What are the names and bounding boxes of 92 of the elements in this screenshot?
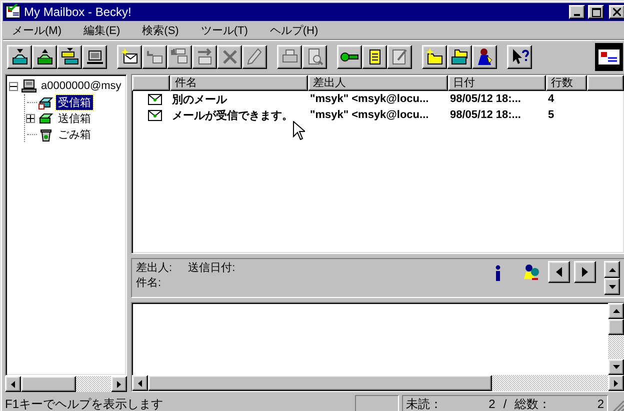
right-arrow-icon (117, 380, 121, 388)
toolbar-button[interactable] (422, 44, 447, 68)
scroll-thumb[interactable] (148, 375, 492, 391)
folder-item[interactable]: ごみ箱 (56, 126, 93, 142)
column-header[interactable]: 行数 (546, 75, 587, 91)
menu-item[interactable]: ツール(T) (194, 22, 263, 38)
down-arrow-icon (608, 284, 616, 288)
folder-item[interactable]: 受信箱 (56, 94, 93, 110)
right-arrow-icon (582, 267, 588, 277)
scroll-up-button[interactable] (604, 261, 620, 278)
unread-label: 未読： (406, 396, 442, 411)
left-arrow-icon (556, 267, 562, 277)
unread-count: 2 (488, 397, 496, 411)
scroll-up-button[interactable] (608, 303, 624, 319)
total-label: 総数： (514, 396, 551, 411)
tray-up-arrow-icon (34, 46, 54, 66)
memo-pencil-icon (390, 46, 410, 66)
info-icon[interactable] (494, 265, 502, 281)
expander-icon[interactable] (26, 114, 35, 122)
resize-grip-icon[interactable] (611, 399, 624, 411)
menu-item[interactable]: ヘルプ(H) (262, 22, 334, 38)
left-arrow-icon (138, 380, 142, 386)
user-figure-icon[interactable] (522, 264, 540, 280)
toolbar-button[interactable] (82, 44, 107, 68)
scroll-thumb[interactable] (608, 319, 624, 335)
minimize-button[interactable] (569, 5, 585, 19)
down-arrow-icon (612, 365, 620, 369)
message-cell[interactable]: "msyk" <msyk@locu... (308, 109, 448, 121)
right-arrow-icon (614, 380, 618, 386)
message-cell[interactable]: 98/05/12 18:... (448, 109, 546, 121)
scroll-thumb[interactable] (21, 376, 76, 392)
folder-item[interactable]: 送信箱 (56, 110, 93, 126)
message-cell[interactable]: "msyk" <msyk@locu... (308, 93, 448, 105)
message-cell[interactable]: 98/05/12 18:... (448, 93, 546, 105)
window-title: My Mailbox - Becky! (24, 5, 132, 19)
menu-item[interactable]: 編集(E) (76, 22, 136, 38)
scroll-right-button[interactable] (608, 375, 624, 391)
pencil-icon (244, 46, 264, 66)
folder-star-icon (424, 46, 444, 66)
folder-item[interactable]: a0000000@msy (39, 80, 124, 92)
next-button[interactable] (574, 261, 596, 283)
column-header[interactable]: 差出人 (308, 75, 448, 91)
from-label: 差出人: (136, 261, 172, 276)
scroll-left-button[interactable] (5, 376, 21, 392)
column-header[interactable] (587, 75, 624, 91)
status-pane (355, 395, 399, 411)
close-icon (613, 8, 621, 16)
maximize-icon (592, 8, 600, 16)
count-separator: / (503, 397, 507, 411)
menu-item[interactable]: メール(M) (5, 22, 76, 38)
subject-label: 件名: (136, 276, 162, 291)
close-button[interactable] (609, 5, 624, 19)
up-arrow-icon (612, 309, 620, 313)
left-arrow-icon (11, 380, 15, 388)
tray-down-arrow-icon (10, 46, 30, 66)
toolbar-button[interactable] (472, 44, 497, 68)
status-message: F1キーでヘルプを表示します (5, 396, 164, 411)
column-header[interactable]: 日付 (448, 75, 546, 91)
maximize-button[interactable] (588, 5, 604, 19)
date-label: 送信日付: (188, 261, 236, 276)
toolbar-button[interactable] (32, 44, 57, 68)
envelope-icon (148, 110, 162, 120)
expander-icon[interactable] (9, 82, 18, 90)
envelope-icon (148, 94, 162, 104)
message-cell[interactable]: 4 (546, 93, 587, 105)
message-cell[interactable]: メールが受信できます。 (170, 108, 308, 122)
column-header[interactable] (132, 75, 170, 91)
scroll-left-button[interactable] (132, 375, 148, 391)
scroll-down-button[interactable] (604, 278, 620, 295)
mailbox-button[interactable] (595, 42, 623, 70)
app-icon (5, 4, 21, 20)
menu-item[interactable]: 検索(S) (135, 22, 194, 38)
toolbar-button[interactable] (7, 44, 32, 68)
toolbar-button[interactable] (57, 44, 82, 68)
reply-all-icon (170, 46, 190, 66)
scroll-right-button[interactable] (111, 376, 127, 392)
toolbar-button[interactable] (117, 44, 142, 68)
envelope-star-icon (120, 46, 140, 66)
previous-button[interactable] (548, 261, 570, 283)
total-count: 2 (597, 397, 604, 411)
scroll-down-button[interactable] (608, 359, 624, 375)
stacked-trays-icon (60, 46, 80, 66)
message-cell[interactable]: 別のメール (170, 92, 308, 106)
folder-tray-icon (450, 46, 470, 66)
toolbar-button[interactable] (337, 44, 362, 68)
column-header[interactable]: 件名 (170, 75, 308, 91)
toolbar-button[interactable] (507, 44, 532, 68)
toolbar-button[interactable] (447, 44, 472, 68)
message-cell[interactable]: 5 (546, 109, 587, 121)
mouse-cursor-icon (293, 121, 305, 140)
up-arrow-icon (608, 268, 616, 272)
toolbar-button[interactable] (362, 44, 387, 68)
